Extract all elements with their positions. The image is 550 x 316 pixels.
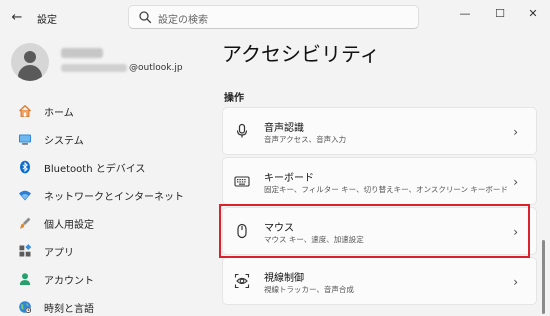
card-description: マウス キー、速度、加速設定	[264, 235, 364, 244]
card-eye-control[interactable]: 視線制御 視線トラッカー、音声合成 ›	[222, 257, 537, 305]
globe-icon	[19, 301, 32, 314]
page-title: アクセシビリティ	[222, 42, 380, 66]
user-profile[interactable]: @outlook.jp	[8, 42, 208, 82]
redacted-email-user	[61, 64, 127, 72]
microphone-icon	[236, 123, 248, 138]
sidebar-item-home[interactable]: ホーム	[8, 97, 208, 125]
sidebar-item-label: アカウント	[44, 275, 94, 287]
card-description: 固定キー、フィルター キー、切り替えキー、オンスクリーン キーボード	[264, 185, 508, 194]
sidebar-item-bluetooth[interactable]: Bluetooth とデバイス	[8, 153, 208, 181]
chevron-right-icon: ›	[513, 125, 518, 139]
redacted-user-name	[61, 48, 103, 58]
sidebar-item-network[interactable]: ネットワークとインターネット	[8, 181, 208, 209]
scrollbar-thumb[interactable]	[542, 240, 545, 314]
search-placeholder: 設定の検索	[158, 15, 208, 26]
minimize-icon[interactable]: —	[448, 0, 482, 26]
card-keyboard[interactable]: キーボード 固定キー、フィルター キー、切り替えキー、オンスクリーン キーボード…	[222, 157, 537, 205]
search-input[interactable]: 設定の検索	[128, 5, 419, 29]
sidebar-item-system[interactable]: システム	[8, 125, 208, 153]
chevron-right-icon: ›	[513, 225, 518, 239]
card-title: 音声認識	[264, 123, 304, 134]
mouse-icon	[237, 223, 247, 239]
wifi-icon	[19, 190, 31, 201]
email-domain: @outlook.jp	[129, 63, 183, 73]
sidebar-item-label: システム	[44, 135, 84, 147]
sidebar-item-label: 時刻と言語	[44, 303, 94, 315]
maximize-icon[interactable]: ☐	[483, 0, 517, 26]
card-description: 音声アクセス、音声入力	[264, 135, 347, 144]
avatar	[11, 43, 49, 81]
sidebar-nav: ホーム システム Bluetooth とデバイス ネットワークとインターネット …	[8, 97, 208, 316]
monitor-icon	[19, 134, 31, 145]
apps-icon	[19, 244, 32, 257]
sidebar-item-label: Bluetooth とデバイス	[44, 163, 146, 175]
sidebar-item-time-language[interactable]: 時刻と言語	[8, 293, 208, 316]
card-description: 視線トラッカー、音声合成	[264, 285, 354, 294]
eye-control-icon	[234, 273, 250, 289]
card-title: 視線制御	[264, 273, 304, 284]
card-mouse[interactable]: マウス マウス キー、速度、加速設定 ›	[222, 207, 537, 255]
card-title: キーボード	[264, 173, 314, 184]
sidebar-item-label: ネットワークとインターネット	[44, 191, 184, 203]
sidebar-item-label: ホーム	[44, 107, 74, 119]
bluetooth-icon	[20, 160, 30, 174]
sidebar-item-label: アプリ	[44, 247, 74, 259]
home-icon	[19, 105, 31, 117]
app-title: 設定	[37, 15, 57, 26]
sidebar-item-accounts[interactable]: アカウント	[8, 265, 208, 293]
section-heading: 操作	[224, 93, 244, 104]
sidebar-item-personalization[interactable]: 個人用設定	[8, 209, 208, 237]
chevron-right-icon: ›	[513, 275, 518, 289]
close-icon[interactable]: ✕	[516, 0, 550, 26]
sidebar-item-apps[interactable]: アプリ	[8, 237, 208, 265]
person-icon	[19, 273, 31, 285]
brush-icon	[20, 217, 31, 229]
chevron-right-icon: ›	[513, 175, 518, 189]
card-speech[interactable]: 音声認識 音声アクセス、音声入力 ›	[222, 107, 537, 155]
card-title: マウス	[264, 223, 294, 234]
back-arrow-icon[interactable]: ←	[7, 7, 27, 27]
search-icon	[139, 11, 152, 24]
sidebar-item-label: 個人用設定	[44, 219, 94, 231]
title-bar: ← 設定 設定の検索 — ☐ ✕	[0, 0, 550, 34]
keyboard-icon	[234, 176, 250, 187]
